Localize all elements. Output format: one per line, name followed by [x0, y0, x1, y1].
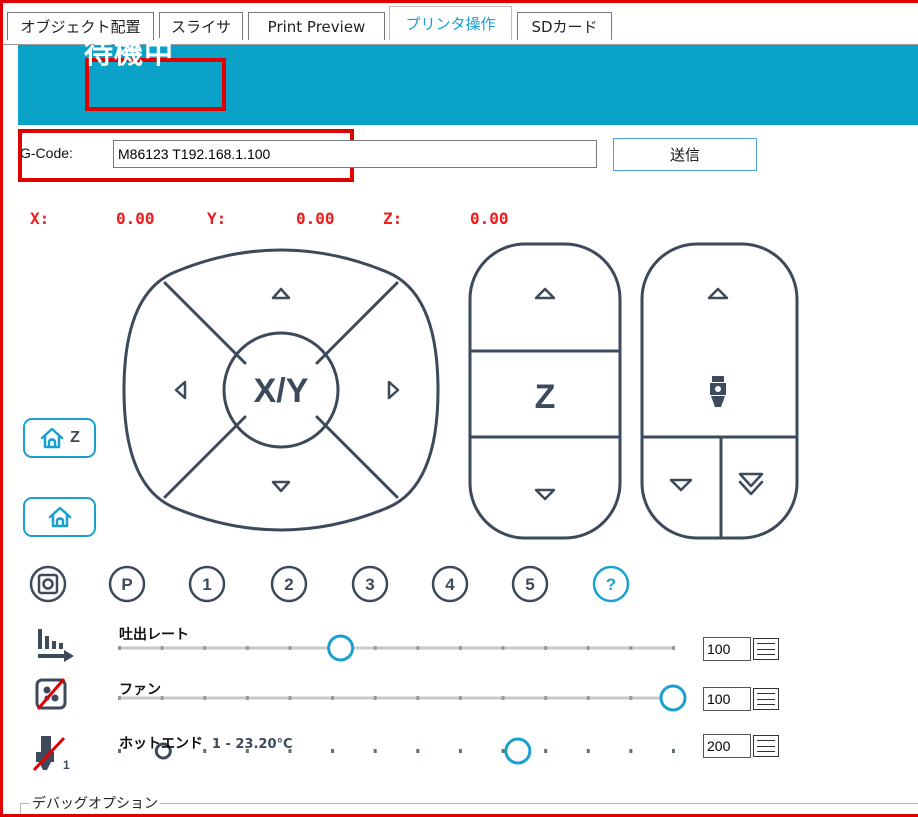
hotend-slider-tick — [544, 749, 548, 753]
flow-rate-slider-tick — [160, 646, 164, 650]
flow-rate-value[interactable] — [703, 637, 751, 661]
fan-slider-tick — [458, 696, 462, 700]
fan-slider-tick — [629, 696, 633, 700]
flow-rate-spinner[interactable] — [703, 637, 781, 661]
hotend-slider-tick — [373, 749, 377, 753]
flow-rate-slider-tick — [672, 646, 675, 650]
y-minus-arrow-icon[interactable] — [271, 480, 291, 493]
fan-slider-tick — [501, 696, 505, 700]
home-icon — [40, 427, 64, 449]
fan-spinner[interactable] — [703, 687, 781, 711]
flow-rate-slider-thumb[interactable] — [327, 634, 355, 662]
flow-rate-slider-tick — [118, 646, 121, 650]
flow-rate-slider-tick — [245, 646, 249, 650]
hotend-label-text: ホットエンド — [119, 736, 203, 752]
z-minus-arrow-icon[interactable] — [534, 488, 556, 501]
fan-slider-tick — [245, 696, 249, 700]
hotend-slider-tick — [629, 749, 633, 753]
fan-off-icon — [35, 678, 67, 710]
flow-rate-slider-tick — [586, 646, 590, 650]
fan-label: ファン — [119, 682, 161, 698]
flow-rate-label: 吐出レート — [119, 627, 189, 643]
home-all-button[interactable] — [23, 497, 96, 537]
flow-rate-stepper[interactable] — [753, 638, 779, 660]
hotend-stepper[interactable] — [753, 735, 779, 757]
fan-slider-tick — [373, 696, 377, 700]
preset-p-label: P — [121, 575, 132, 594]
flow-rate-slider-tick — [501, 646, 505, 650]
extruder-index: 1 — [63, 758, 70, 772]
flow-rate-slider-tick — [544, 646, 548, 650]
hotend-slider-tick — [331, 749, 335, 753]
fan-slider-tick — [544, 696, 548, 700]
z-label: Z — [535, 378, 556, 416]
fan-value[interactable] — [703, 687, 751, 711]
home-icon — [48, 506, 71, 528]
fan-slider-tick — [160, 696, 164, 700]
flow-rate-slider-tick — [416, 646, 420, 650]
fan-slider-tick — [416, 696, 420, 700]
hotend-slider-thumb[interactable] — [504, 737, 532, 765]
fan-slider-tick — [288, 696, 292, 700]
hotend-slider-tick — [501, 749, 505, 753]
hotend-slider-tick — [672, 749, 675, 753]
hotend-temperature-reading: 1 - 23.20°C — [211, 737, 293, 752]
fan-slider-tick — [586, 696, 590, 700]
flow-rate-slider-tick — [629, 646, 633, 650]
hotend-spinner[interactable] — [703, 734, 781, 758]
nozzle-icon — [710, 376, 726, 407]
help-label: ? — [606, 575, 616, 594]
hotend-value[interactable] — [703, 734, 751, 758]
flow-rate-slider-tick — [458, 646, 462, 650]
flow-rate-slider-tick — [203, 646, 207, 650]
retract-arrow-icon[interactable] — [707, 287, 729, 300]
extrude-arrow-icon[interactable] — [669, 478, 693, 492]
hotend-slider-tick — [586, 749, 590, 753]
preset-3-label: 3 — [365, 575, 374, 594]
xy-label: X/Y — [254, 372, 309, 410]
fan-slider-thumb[interactable] — [659, 684, 687, 712]
hotend-off-icon — [32, 736, 66, 772]
fan-stepper[interactable] — [753, 688, 779, 710]
flow-rate-slider-tick — [288, 646, 292, 650]
hotend-slider-tick — [458, 749, 462, 753]
home-z-label: Z — [70, 429, 80, 446]
flow-rate-slider-tick — [373, 646, 377, 650]
hotend-label: ホットエンド 1 - 23.20°C — [119, 733, 293, 753]
preset-row: P 1 2 3 4 5 ? — [29, 565, 630, 603]
x-plus-arrow-icon[interactable] — [387, 380, 400, 400]
debug-options-label: デバッグオプション — [30, 793, 160, 813]
bed-level-icon[interactable] — [29, 565, 67, 603]
z-plus-arrow-icon[interactable] — [534, 287, 556, 300]
flow-rate-icon — [38, 629, 74, 662]
preset-1-label: 1 — [202, 575, 211, 594]
hotend-slider-tick — [416, 749, 420, 753]
preset-2-label: 2 — [284, 575, 293, 594]
x-minus-arrow-icon[interactable] — [174, 380, 187, 400]
preset-4-label: 4 — [445, 575, 455, 594]
preset-5-label: 5 — [525, 575, 534, 594]
debug-group-border-left — [20, 803, 21, 817]
fan-slider-tick — [331, 696, 335, 700]
fan-slider-tick — [203, 696, 207, 700]
home-z-button[interactable]: Z — [23, 418, 96, 458]
y-plus-arrow-icon[interactable] — [271, 287, 291, 300]
